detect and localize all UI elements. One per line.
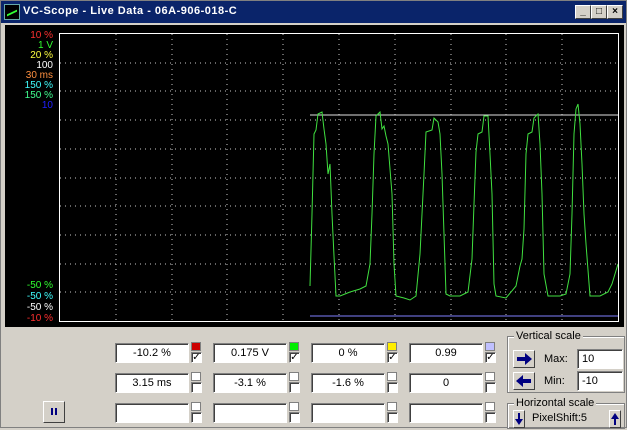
- channel-9-color[interactable]: [191, 402, 201, 411]
- scale-right-button[interactable]: [513, 350, 535, 368]
- pixelshift-down-button[interactable]: [513, 410, 525, 428]
- channel-12-color[interactable]: [485, 402, 495, 411]
- channel-1-checkbox[interactable]: ✓: [191, 352, 202, 363]
- channel-9-value: [115, 403, 189, 423]
- max-input[interactable]: 10: [577, 349, 623, 369]
- channel-4-value: 0.99: [409, 343, 483, 363]
- channel-8-value: 0: [409, 373, 483, 393]
- plot-grid: [60, 34, 618, 321]
- channel-5-checkbox[interactable]: [191, 382, 202, 393]
- channel-6-checkbox[interactable]: [289, 382, 300, 393]
- vc-scope-window: VC-Scope - Live Data - 06A-906-018-C _ □…: [0, 0, 627, 429]
- channel-12-value: [409, 403, 483, 423]
- horizontal-scale-group: Horizontal scale PixelShift:5: [507, 397, 625, 429]
- scale-label-bottom: -50 %: [26, 302, 53, 313]
- arrow-up-icon: [611, 413, 619, 425]
- channel-10-value: [213, 403, 287, 423]
- arrow-down-icon: [515, 413, 523, 425]
- scale-left-button[interactable]: [513, 372, 535, 390]
- scale-label-bottom: -50 %: [26, 291, 53, 302]
- max-label: Max:: [544, 353, 568, 365]
- channel-1-value: -10.2 %: [115, 343, 189, 363]
- horizontal-scale-title: Horizontal scale: [514, 397, 597, 409]
- channel-11-value: [311, 403, 385, 423]
- min-input[interactable]: -10: [577, 371, 623, 391]
- scope-display: 10 % 1 V 20 % 100 30 ms 150 % 150 % 10 -50 % -50…: [5, 25, 624, 327]
- channel-2-color[interactable]: [289, 342, 299, 351]
- channel-6-value: -3.1 %: [213, 373, 287, 393]
- channel-4-checkbox[interactable]: ✓: [485, 352, 496, 363]
- channel-3-value: 0 %: [311, 343, 385, 363]
- scale-label-bottom: -50 %: [26, 280, 53, 291]
- channel-7-color[interactable]: [387, 372, 397, 381]
- channel-2-value: 0.175 V: [213, 343, 287, 363]
- signal-trace: [309, 103, 619, 301]
- min-label: Min:: [544, 375, 565, 387]
- channel-10-color[interactable]: [289, 402, 299, 411]
- scale-label-bottom: -10 %: [26, 313, 53, 324]
- channel-7-checkbox[interactable]: [387, 382, 398, 393]
- arrow-right-icon: [517, 353, 532, 365]
- channel-6-color[interactable]: [289, 372, 299, 381]
- channel-9-checkbox[interactable]: [191, 412, 202, 423]
- arrow-left-icon: [516, 375, 531, 387]
- pause-icon: [51, 408, 57, 415]
- channel-10-checkbox[interactable]: [289, 412, 300, 423]
- pixelshift-label: PixelShift:5: [532, 412, 588, 424]
- channel-3-checkbox[interactable]: ✓: [387, 352, 398, 363]
- channel-11-color[interactable]: [387, 402, 397, 411]
- scope-plot-svg: [60, 34, 619, 321]
- vertical-scale-title: Vertical scale: [514, 330, 583, 342]
- channel-11-checkbox[interactable]: [387, 412, 398, 423]
- channel-7-value: -1.6 %: [311, 373, 385, 393]
- scale-label-top: 10: [41, 100, 53, 111]
- close-button[interactable]: ×: [607, 5, 623, 19]
- channel-2-checkbox[interactable]: ✓: [289, 352, 300, 363]
- channel-8-checkbox[interactable]: [485, 382, 496, 393]
- channel-5-color[interactable]: [191, 372, 201, 381]
- title-bar[interactable]: VC-Scope - Live Data - 06A-906-018-C _ □…: [1, 1, 626, 23]
- channel-1-color[interactable]: [191, 342, 201, 351]
- channel-12-checkbox[interactable]: [485, 412, 496, 423]
- window-title: VC-Scope - Live Data - 06A-906-018-C: [23, 5, 238, 17]
- vertical-scale-group: Vertical scale Max: 10 Min: -10: [507, 330, 625, 393]
- maximize-button[interactable]: □: [591, 5, 607, 19]
- scope-app-icon: [4, 4, 20, 20]
- channel-8-color[interactable]: [485, 372, 495, 381]
- pause-button[interactable]: [43, 401, 65, 423]
- control-panel: -10.2 % ✓ 0.175 V ✓ 0 % ✓ 0.99 ✓ 3.15 ms…: [1, 330, 626, 429]
- scope-plot-area: [59, 33, 619, 322]
- channel-3-color[interactable]: [387, 342, 397, 351]
- pixelshift-up-button[interactable]: [609, 410, 621, 428]
- minimize-button[interactable]: _: [575, 5, 591, 19]
- channel-5-value: 3.15 ms: [115, 373, 189, 393]
- channel-4-color[interactable]: [485, 342, 495, 351]
